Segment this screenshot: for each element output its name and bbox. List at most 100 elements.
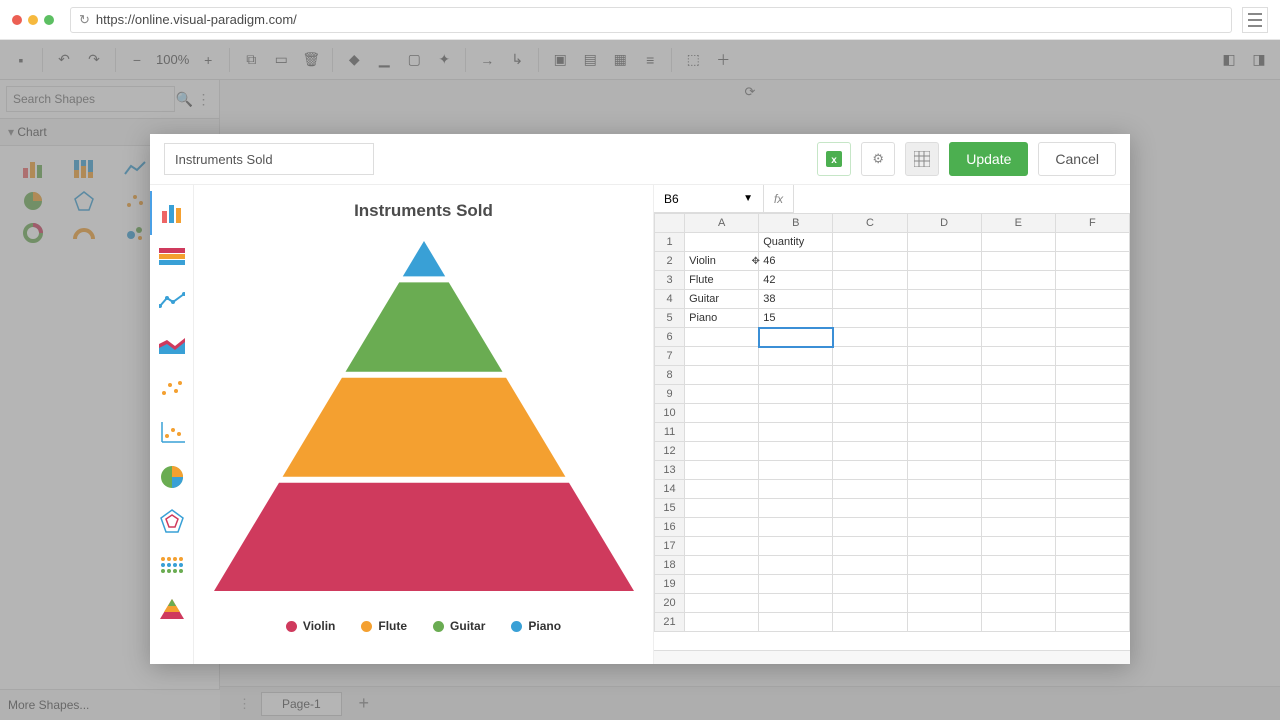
page-tab-1[interactable]: Page-1 [261,692,342,716]
tab-handle-icon[interactable]: ⋮ [238,696,251,712]
group-icon[interactable]: ▦ [607,47,633,73]
cell-A2[interactable]: Violin [685,252,759,271]
cell-E3[interactable] [981,271,1055,290]
redo-icon[interactable]: ↷ [81,47,107,73]
cell-C12[interactable] [833,442,907,461]
close-window-dot[interactable] [12,15,22,25]
cell-D6[interactable] [907,328,981,347]
copy-icon[interactable]: ⧉ [238,47,264,73]
chart-settings-button[interactable]: ⚙ [861,142,895,176]
cell-D19[interactable] [907,575,981,594]
cell-D16[interactable] [907,518,981,537]
cell-E12[interactable] [981,442,1055,461]
zoom-in-icon[interactable]: + [195,47,221,73]
chart-type-area[interactable] [150,323,194,367]
chart-type-scatter-axis[interactable] [150,411,194,455]
cell-F13[interactable] [1055,461,1129,480]
search-icon[interactable]: 🔍 [175,86,194,112]
cell-D14[interactable] [907,480,981,499]
maximize-window-dot[interactable] [44,15,54,25]
cell-A16[interactable] [685,518,759,537]
cell-D7[interactable] [907,347,981,366]
chart-type-stacked-bar[interactable] [150,235,194,279]
cell-F21[interactable] [1055,613,1129,632]
cell-C4[interactable] [833,290,907,309]
cell-B17[interactable] [759,537,833,556]
cell-ref-dropdown-icon[interactable]: ▼ [743,193,753,204]
cell-A1[interactable] [685,233,759,252]
cell-E16[interactable] [981,518,1055,537]
cell-F2[interactable] [1055,252,1129,271]
select-icon[interactable]: ⬚ [680,47,706,73]
cell-F11[interactable] [1055,423,1129,442]
cell-F17[interactable] [1055,537,1129,556]
cell-A10[interactable] [685,404,759,423]
cell-E19[interactable] [981,575,1055,594]
search-shapes-input[interactable] [6,86,175,112]
cell-C17[interactable] [833,537,907,556]
cell-D11[interactable] [907,423,981,442]
address-bar[interactable]: ↻ https://online.visual-paradigm.com/ [70,7,1232,33]
cell-B6[interactable] [759,328,833,347]
cell-C7[interactable] [833,347,907,366]
cell-A21[interactable] [685,613,759,632]
cell-B14[interactable] [759,480,833,499]
cell-A14[interactable] [685,480,759,499]
sidebar-more-icon[interactable]: ⋮ [194,86,213,112]
connector-icon[interactable]: ↳ [504,47,530,73]
cell-A11[interactable] [685,423,759,442]
cell-A6[interactable] [685,328,759,347]
cell-F6[interactable] [1055,328,1129,347]
chart-type-scatter[interactable] [150,367,194,411]
cell-B5[interactable]: 15 [759,309,833,328]
cell-D2[interactable] [907,252,981,271]
cell-A7[interactable] [685,347,759,366]
cell-D18[interactable] [907,556,981,575]
cell-E7[interactable] [981,347,1055,366]
cell-A3[interactable]: Flute [685,271,759,290]
cell-D10[interactable] [907,404,981,423]
formula-input[interactable] [794,185,1130,213]
cell-D13[interactable] [907,461,981,480]
donut-chart-shape[interactable] [10,220,55,246]
cell-E11[interactable] [981,423,1055,442]
chart-type-pyramid[interactable] [150,587,194,631]
front-icon[interactable]: ▣ [547,47,573,73]
cell-F9[interactable] [1055,385,1129,404]
chart-title-input[interactable] [164,143,374,175]
shape-icon[interactable]: ▢ [401,47,427,73]
cell-B10[interactable] [759,404,833,423]
back-icon[interactable]: ▤ [577,47,603,73]
fill-icon[interactable]: ◆ [341,47,367,73]
cell-E5[interactable] [981,309,1055,328]
cell-B1[interactable]: Quantity [759,233,833,252]
cell-C20[interactable] [833,594,907,613]
cell-E20[interactable] [981,594,1055,613]
cell-A5[interactable]: Piano [685,309,759,328]
cell-E18[interactable] [981,556,1055,575]
cell-F14[interactable] [1055,480,1129,499]
cell-B2[interactable]: 46✥ [759,252,833,271]
cell-B8[interactable] [759,366,833,385]
panel-toggle-1-icon[interactable]: ◧ [1216,47,1242,73]
cell-F15[interactable] [1055,499,1129,518]
cell-E4[interactable] [981,290,1055,309]
cell-C10[interactable] [833,404,907,423]
cell-C6[interactable] [833,328,907,347]
cell-C2[interactable] [833,252,907,271]
cell-A9[interactable] [685,385,759,404]
cell-A18[interactable] [685,556,759,575]
cell-E15[interactable] [981,499,1055,518]
radar-chart-shape[interactable] [61,188,106,214]
toggle-data-grid-button[interactable] [905,142,939,176]
cell-E1[interactable] [981,233,1055,252]
chart-type-bar[interactable] [150,191,194,235]
zoom-out-icon[interactable]: − [124,47,150,73]
cell-D5[interactable] [907,309,981,328]
cell-D20[interactable] [907,594,981,613]
cell-C18[interactable] [833,556,907,575]
cell-F16[interactable] [1055,518,1129,537]
cell-C3[interactable] [833,271,907,290]
cell-F8[interactable] [1055,366,1129,385]
cell-B13[interactable] [759,461,833,480]
